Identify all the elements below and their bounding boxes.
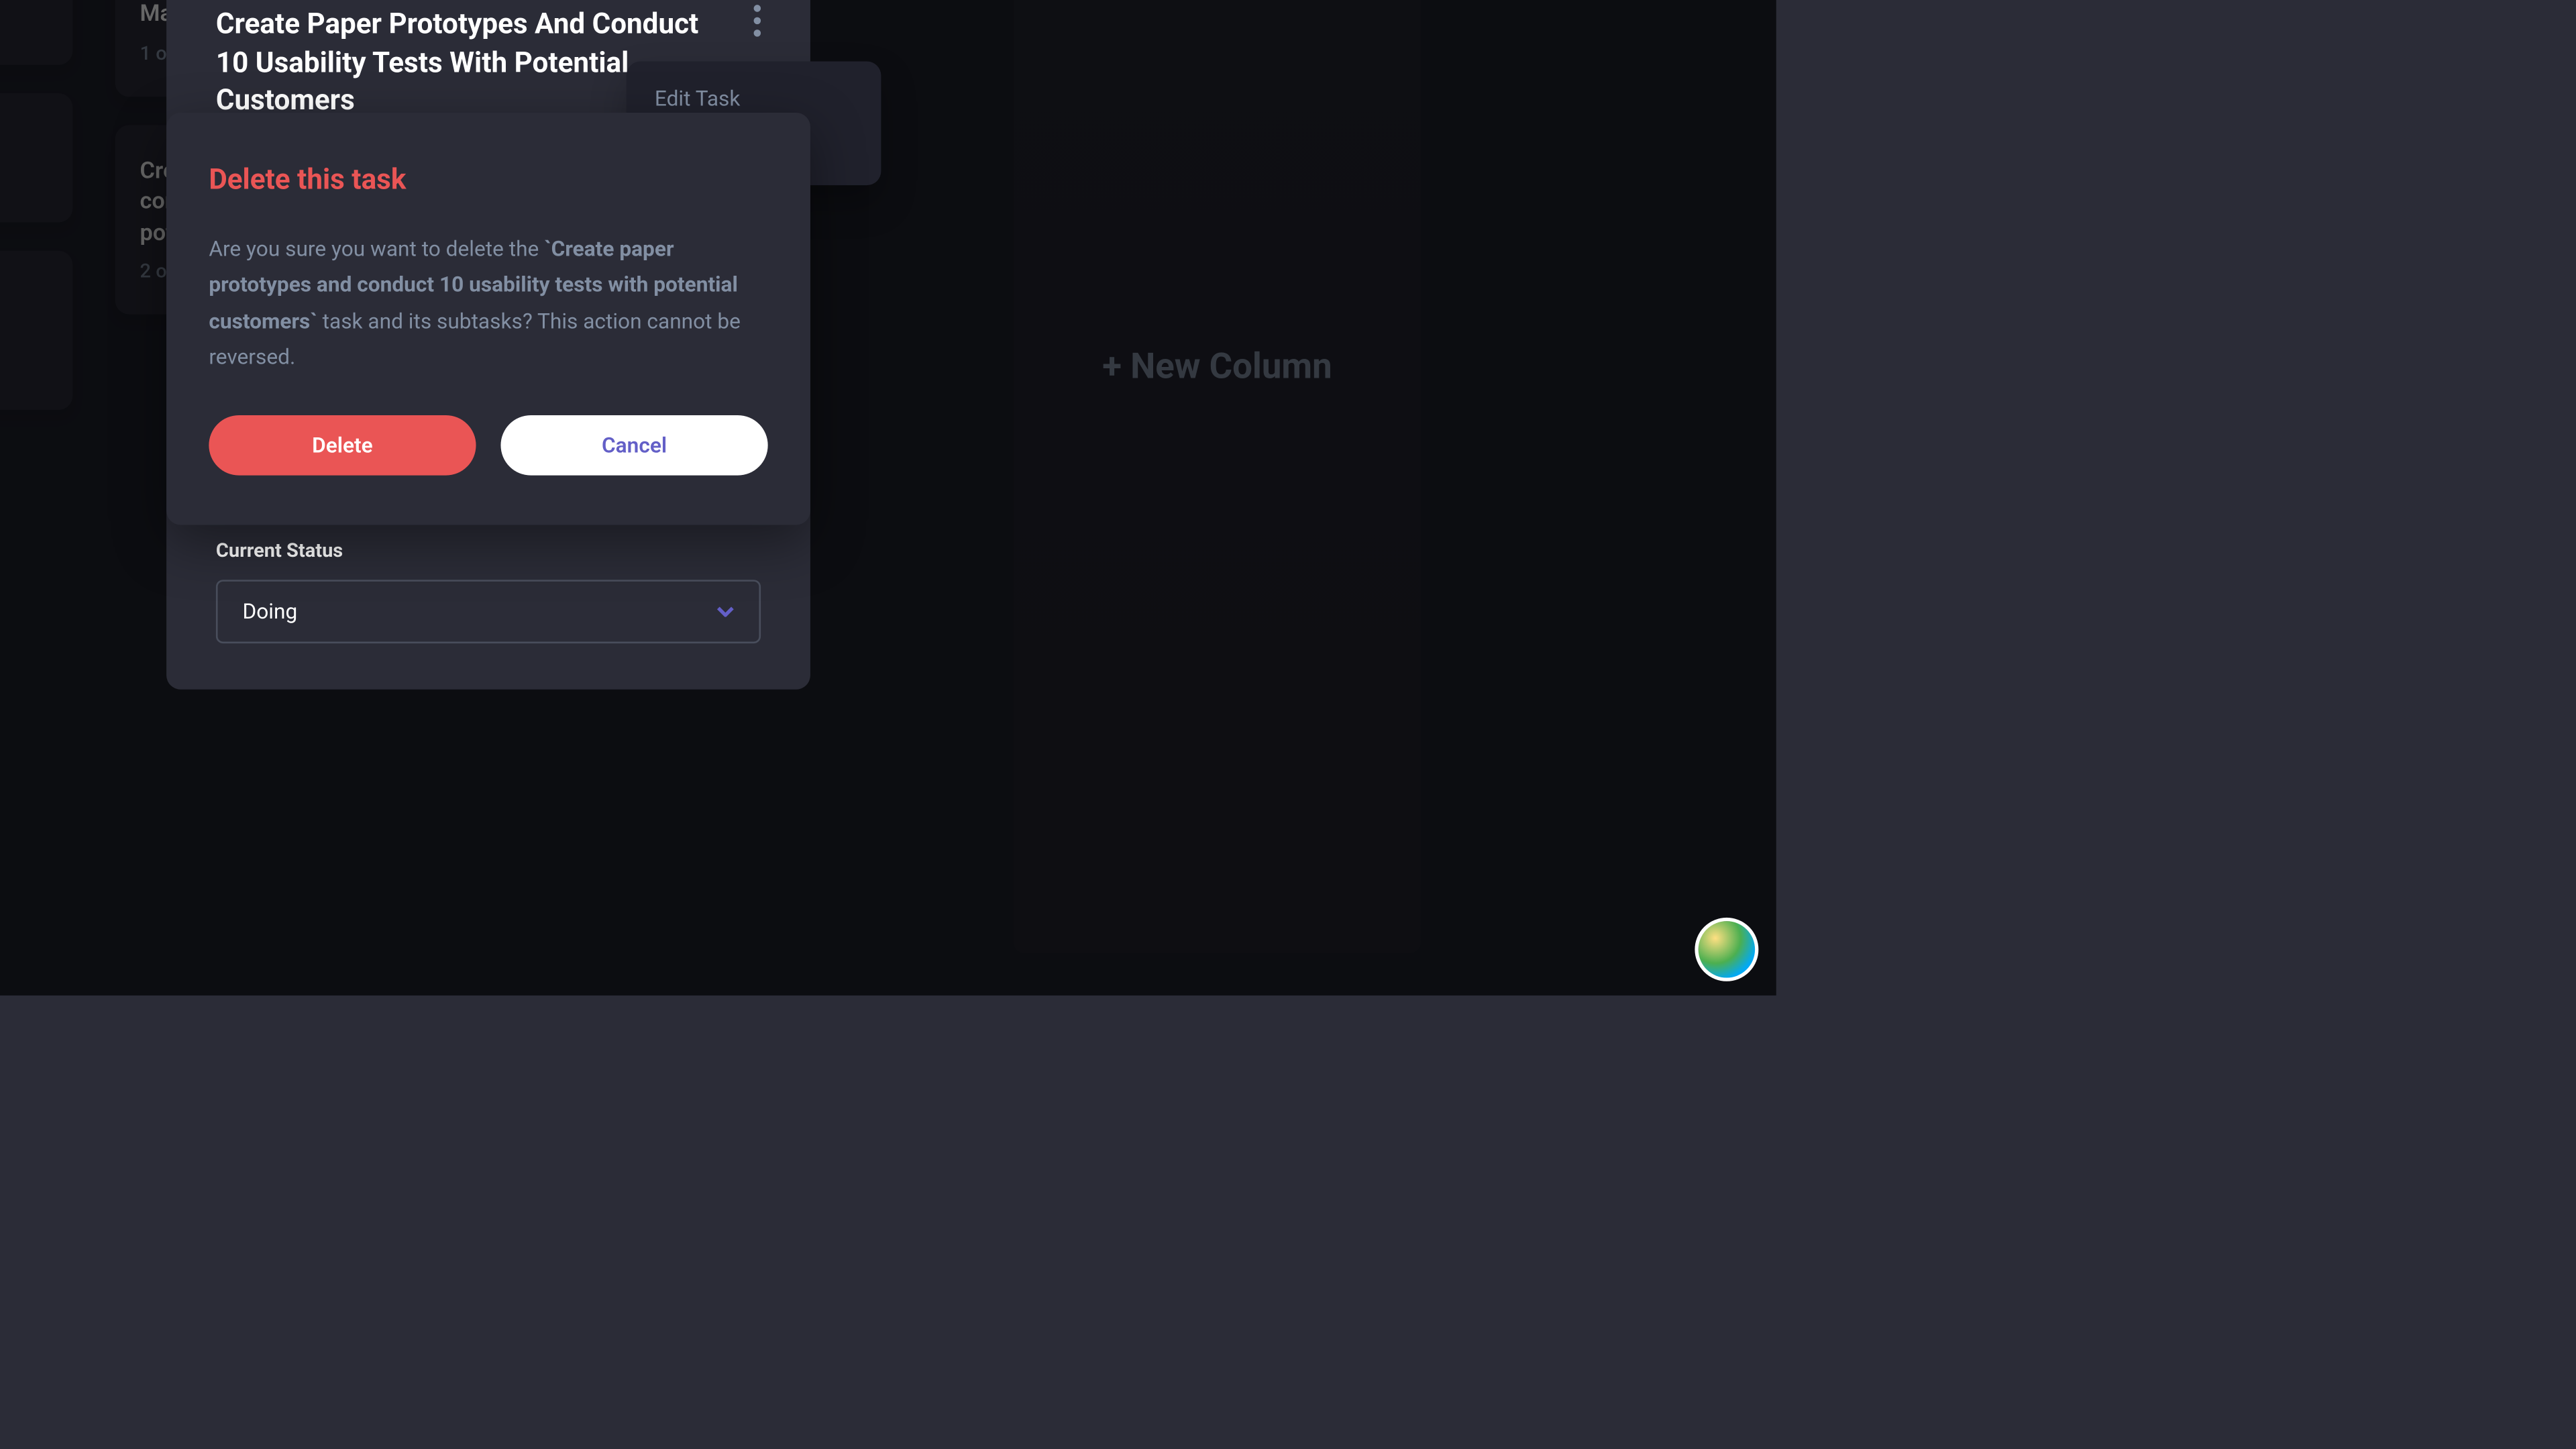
status-label: Current Status [216, 539, 761, 561]
status-select[interactable]: Doing [216, 580, 761, 643]
delete-confirm-modal: Delete this task Are you sure you want t… [166, 113, 810, 524]
avatar[interactable] [1695, 918, 1758, 981]
delete-modal-body: Are you sure you want to delete the `Cre… [209, 231, 767, 376]
task-menu-kebab-icon[interactable] [754, 5, 761, 36]
delete-confirm-button[interactable]: Delete [209, 415, 476, 475]
chevron-down-icon [716, 606, 734, 617]
edit-task-menu-item[interactable]: Edit Task [655, 86, 853, 111]
delete-modal-title: Delete this task [209, 162, 767, 196]
cancel-button[interactable]: Cancel [500, 415, 767, 475]
status-value: Doing [242, 599, 297, 624]
